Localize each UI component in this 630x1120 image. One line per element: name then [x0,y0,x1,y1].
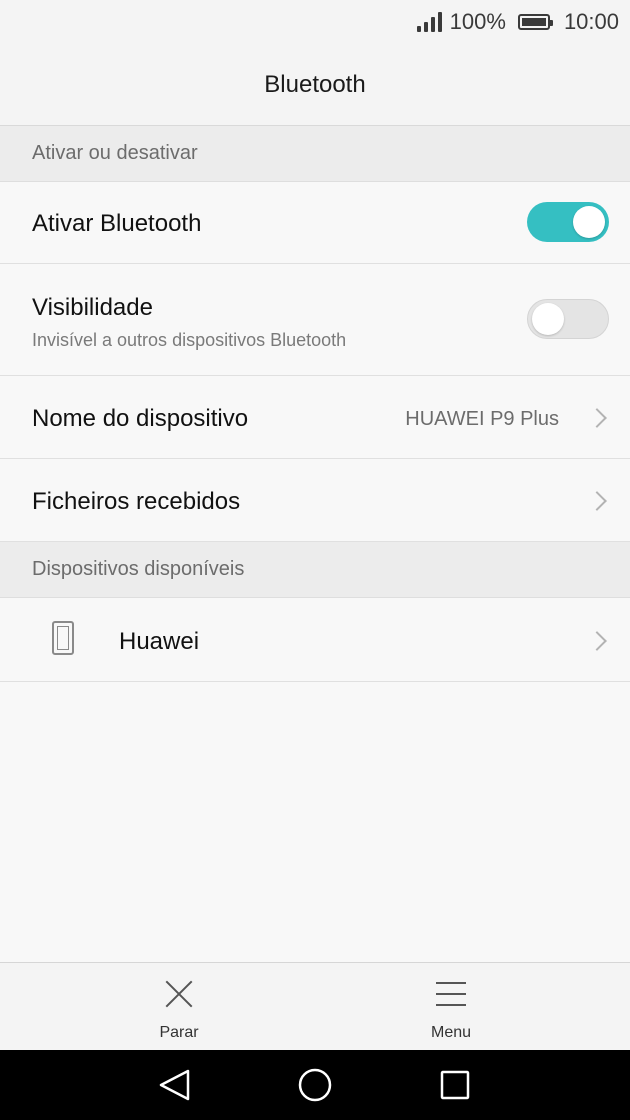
switch-knob [573,206,605,238]
recent-apps-icon[interactable] [440,1070,470,1100]
menu-button[interactable]: Menu [391,963,511,1051]
chevron-right-icon [587,408,607,428]
phone-icon [52,621,74,655]
stop-label: Parar [159,1024,199,1041]
battery-icon [517,14,553,30]
visibility-label: Visibilidade [32,294,153,321]
device-name-row[interactable]: Nome do dispositivo HUAWEI P9 Plus [0,376,630,459]
bottom-action-bar: Parar Menu [0,962,630,1050]
bluetooth-toggle-row[interactable]: Ativar Bluetooth [0,182,630,264]
visibility-row[interactable]: Visibilidade Invisível a outros disposit… [0,264,630,376]
received-files-row[interactable]: Ficheiros recebidos [0,459,630,542]
menu-icon [435,978,467,1010]
signal-icon [416,12,442,32]
menu-label: Menu [430,1024,472,1041]
bluetooth-toggle-label: Ativar Bluetooth [32,210,202,237]
battery-percent: 100% [449,9,506,34]
device-item-name: Huawei [119,628,200,655]
chevron-right-icon [587,491,607,511]
bluetooth-switch[interactable] [527,202,609,242]
visibility-switch[interactable] [527,299,609,339]
system-nav-bar [0,1050,630,1120]
clock: 10:00 [563,9,619,34]
switch-knob [532,303,564,335]
home-icon[interactable] [298,1068,332,1102]
section-header-devices: Dispositivos disponíveis [0,542,630,598]
device-name-label: Nome do dispositivo [32,405,249,432]
close-icon [163,978,195,1010]
chevron-right-icon [587,631,607,651]
back-icon[interactable] [159,1069,190,1101]
section-header-label: Ativar ou desativar [32,142,198,164]
status-bar: 100% 10:00 [0,0,630,44]
section-header-label: Dispositivos disponíveis [32,558,245,580]
stop-button[interactable]: Parar [119,963,239,1051]
title-bar: Bluetooth [0,44,630,126]
device-item[interactable]: Huawei [0,598,630,682]
section-header-toggle: Ativar ou desativar [0,126,630,182]
received-files-label: Ficheiros recebidos [32,488,241,515]
page-title: Bluetooth [264,70,366,98]
visibility-subtitle: Invisível a outros dispositivos Bluetoot… [32,330,347,350]
device-name-value: HUAWEI P9 Plus [405,408,559,430]
